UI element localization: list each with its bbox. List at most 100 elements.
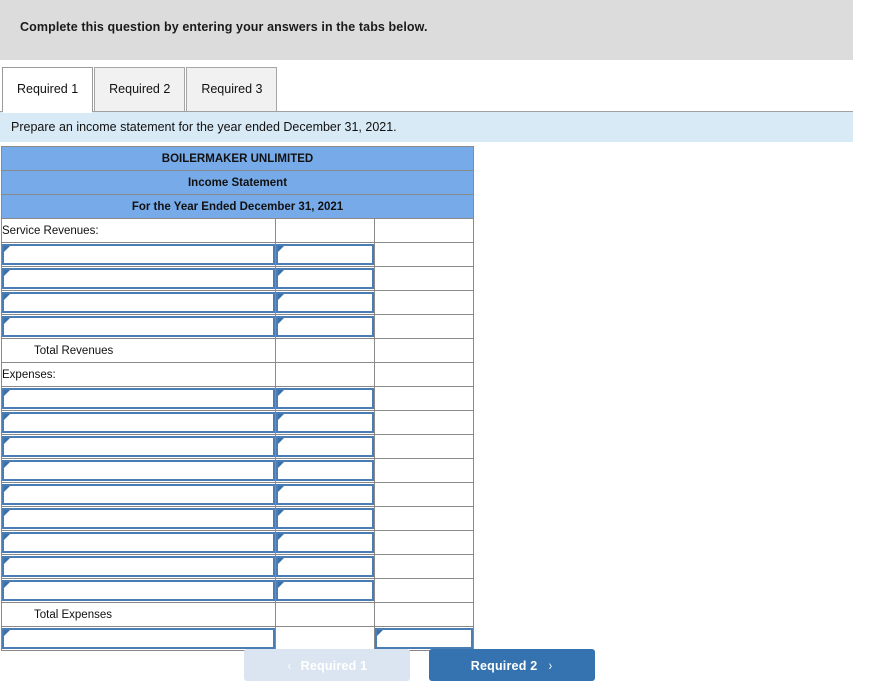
expense-row-3-amount-cell[interactable] — [275, 434, 375, 459]
expense-row-3-account-cell[interactable] — [1, 434, 276, 459]
expense-row-2-account-cell[interactable] — [1, 410, 276, 435]
expense-row-1-account-cell[interactable] — [1, 386, 276, 411]
revenue-row-2-account-input[interactable] — [2, 268, 275, 289]
expense-row-4-account-cell[interactable] — [1, 458, 276, 483]
net-income-amount-value — [377, 630, 471, 647]
expense-row-3-amount-input[interactable] — [276, 436, 374, 457]
table-row — [1, 242, 475, 267]
expense-row-5-amount-value — [278, 486, 372, 503]
expense-row-6-account-cell[interactable] — [1, 506, 276, 531]
empty-cell — [373, 266, 475, 291]
revenue-row-3-account-value — [4, 294, 273, 311]
revenue-row-4-account-input[interactable] — [2, 316, 275, 337]
empty-cell — [373, 290, 475, 315]
service-revenues-section-label: Service Revenues: — [1, 218, 276, 243]
net-income-amount-input[interactable] — [375, 628, 474, 649]
expense-row-4-account-value — [4, 462, 273, 479]
net-income-amount-cell[interactable] — [373, 626, 475, 651]
prev-required-button[interactable]: ‹ Required 1 — [244, 649, 410, 681]
empty-cell — [373, 602, 475, 627]
expense-row-6-account-input[interactable] — [2, 508, 275, 529]
expense-row-1-amount-input[interactable] — [276, 388, 374, 409]
expense-row-2-amount-input[interactable] — [276, 412, 374, 433]
next-required-button[interactable]: Required 2 › — [429, 649, 595, 681]
expense-row-7-amount-input[interactable] — [276, 532, 374, 553]
revenue-row-1-amount-input[interactable] — [276, 244, 374, 265]
revenue-row-2-amount-value — [278, 270, 372, 287]
expense-row-5-amount-cell[interactable] — [275, 482, 375, 507]
expense-row-4-amount-cell[interactable] — [275, 458, 375, 483]
total-revenues-label: Total Revenues — [1, 338, 276, 363]
revenue-row-4-amount-input[interactable] — [276, 316, 374, 337]
expense-row-9-amount-value — [278, 582, 372, 599]
empty-cell — [373, 242, 475, 267]
empty-cell — [373, 530, 475, 555]
revenue-row-1-account-cell[interactable] — [1, 242, 276, 267]
expense-row-7-account-input[interactable] — [2, 532, 275, 553]
revenue-row-1-account-input[interactable] — [2, 244, 275, 265]
revenue-row-3-amount-cell[interactable] — [275, 290, 375, 315]
table-title-row: Income Statement — [0, 170, 475, 195]
empty-cell — [373, 314, 475, 339]
table-row: Service Revenues: — [1, 218, 475, 243]
expense-row-5-amount-input[interactable] — [276, 484, 374, 505]
empty-cell — [373, 506, 475, 531]
revenue-row-2-amount-cell[interactable] — [275, 266, 375, 291]
tab-bar: Required 1 Required 2 Required 3 — [0, 60, 853, 113]
question-prompt-text: Prepare an income statement for the year… — [11, 120, 397, 134]
revenue-row-2-amount-input[interactable] — [276, 268, 374, 289]
empty-cell — [275, 218, 375, 243]
expense-row-4-account-input[interactable] — [2, 460, 275, 481]
revenue-row-3-account-input[interactable] — [2, 292, 275, 313]
expense-row-5-account-input[interactable] — [2, 484, 275, 505]
expense-row-2-amount-cell[interactable] — [275, 410, 375, 435]
expense-row-7-amount-cell[interactable] — [275, 530, 375, 555]
revenue-row-4-account-cell[interactable] — [1, 314, 276, 339]
expense-row-8-amount-input[interactable] — [276, 556, 374, 577]
expense-row-1-amount-cell[interactable] — [275, 386, 375, 411]
empty-cell — [373, 434, 475, 459]
expense-row-4-amount-input[interactable] — [276, 460, 374, 481]
tab-required-2-label: Required 2 — [109, 82, 171, 96]
instruction-text: Complete this question by entering your … — [20, 20, 428, 34]
net-income-account-cell[interactable] — [1, 626, 276, 651]
expense-row-6-amount-cell[interactable] — [275, 506, 375, 531]
expense-row-1-account-value — [4, 390, 273, 407]
expense-row-3-account-input[interactable] — [2, 436, 275, 457]
expense-row-1-account-input[interactable] — [2, 388, 275, 409]
tab-required-3[interactable]: Required 3 — [186, 67, 278, 112]
expense-row-2-account-input[interactable] — [2, 412, 275, 433]
table-row — [1, 434, 475, 459]
expense-row-9-account-cell[interactable] — [1, 578, 276, 603]
expense-row-9-amount-cell[interactable] — [275, 578, 375, 603]
revenue-row-3-amount-input[interactable] — [276, 292, 374, 313]
expense-row-8-account-cell[interactable] — [1, 554, 276, 579]
revenue-row-3-account-cell[interactable] — [1, 290, 276, 315]
empty-cell — [373, 218, 475, 243]
revenue-row-4-amount-cell[interactable] — [275, 314, 375, 339]
tab-required-1[interactable]: Required 1 — [2, 67, 94, 113]
tab-required-3-label: Required 3 — [201, 82, 263, 96]
table-row — [1, 458, 475, 483]
tab-required-2[interactable]: Required 2 — [94, 67, 186, 112]
table-title-row: For the Year Ended December 31, 2021 — [0, 194, 475, 219]
expense-row-9-account-input[interactable] — [2, 580, 275, 601]
revenue-row-2-account-cell[interactable] — [1, 266, 276, 291]
empty-cell — [373, 362, 475, 387]
net-income-account-input[interactable] — [2, 628, 275, 649]
revenue-row-1-amount-cell[interactable] — [275, 242, 375, 267]
empty-cell — [275, 362, 375, 387]
revenue-row-1-amount-value — [278, 246, 372, 263]
expense-row-5-account-cell[interactable] — [1, 482, 276, 507]
expense-row-3-account-value — [4, 438, 273, 455]
empty-cell — [373, 482, 475, 507]
expense-row-9-amount-input[interactable] — [276, 580, 374, 601]
total-expenses-value — [275, 602, 375, 627]
expense-row-8-amount-cell[interactable] — [275, 554, 375, 579]
table-row: Expenses: — [1, 362, 475, 387]
expense-row-8-account-input[interactable] — [2, 556, 275, 577]
table-row — [1, 482, 475, 507]
expense-row-1-amount-value — [278, 390, 372, 407]
expense-row-6-amount-input[interactable] — [276, 508, 374, 529]
expense-row-7-account-cell[interactable] — [1, 530, 276, 555]
